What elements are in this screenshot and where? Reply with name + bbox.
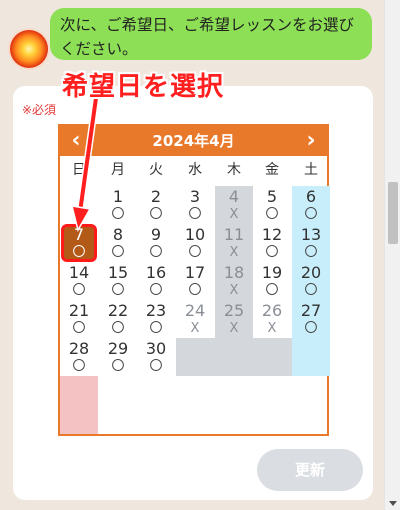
annotation-label: 希望日を選択	[62, 72, 225, 102]
scroll-down-arrow-icon[interactable]	[389, 501, 397, 506]
scrollbar[interactable]	[384, 0, 400, 510]
scrollbar-thumb[interactable]	[388, 182, 398, 244]
